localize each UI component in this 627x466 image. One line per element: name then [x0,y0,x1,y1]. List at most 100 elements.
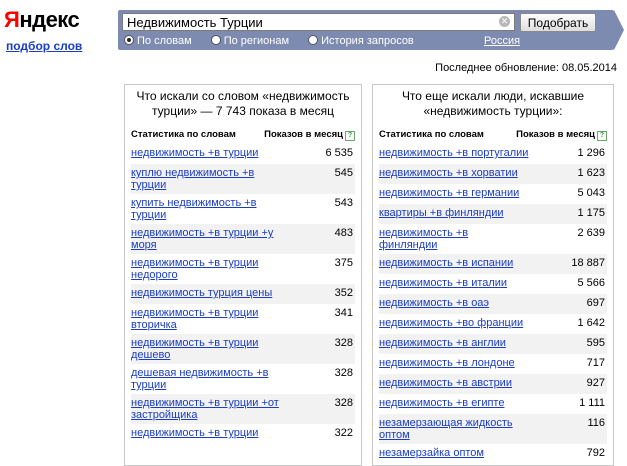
impressions-count: 18 887 [571,257,605,269]
impressions-count: 595 [586,337,605,349]
search-input[interactable] [123,14,501,31]
keyword-link[interactable]: недвижимость +в финляндии [379,227,529,251]
table-row: недвижимость +во франции 1 642 [379,314,607,334]
table-row: недвижимость +в турции дешево 328 [131,334,355,364]
yandex-logo[interactable]: Яндекс [4,7,80,33]
table-row: недвижимость +в лондоне 717 [379,354,607,374]
table-row: купить недвижимость +в турции 543 [131,194,355,224]
col-keywords: Статистика по словам [131,129,236,140]
impressions-count: 1 642 [577,317,605,329]
keyword-link[interactable]: квартиры +в финляндии [379,207,504,221]
impressions-count: 927 [586,377,605,389]
wordstat-link[interactable]: подбор слов [6,39,82,53]
keyword-link[interactable]: недвижимость +в германии [379,187,519,201]
last-updated: Последнее обновление: 08.05.2014 [435,62,617,74]
panel-title: Что искали со словом «недвижимость турци… [136,89,350,118]
table-header: Статистика по словам Показов в месяц? [379,129,607,142]
col-impressions: Показов в месяц? [264,129,355,141]
impressions-count: 1 111 [579,397,605,409]
region-link[interactable]: Россия [484,35,520,47]
keyword-link[interactable]: незамерзайка оптом [379,447,484,461]
keyword-link[interactable]: недвижимость +в португалии [379,147,528,161]
impressions-count: 375 [334,257,353,269]
table-row: недвижимость +в египте 1 111 [379,394,607,414]
panel-also-searched: Что еще искали люди, искавшие «недвижимо… [372,84,614,466]
table-row: недвижимость +в турции +от застройщика 32… [131,394,355,424]
radio-by-words[interactable]: По словам [124,35,192,47]
panel-searched-with-word: Что искали со словом «недвижимость турци… [124,84,362,466]
table-row: дешевая недвижимость +в турции 328 [131,364,355,394]
impressions-count: 543 [334,197,353,209]
keyword-link[interactable]: недвижимость +в турции [131,147,258,161]
table-header: Статистика по словам Показов в месяц? [131,129,355,142]
impressions-count: 1 623 [577,167,605,179]
radio-query-history[interactable]: История запросов [308,35,414,47]
impressions-count: 5 043 [577,187,605,199]
keyword-link[interactable]: недвижимость +в турции дешево [131,337,281,361]
table-body: недвижимость +в португалии 1 296 недвижимо… [373,144,613,464]
table-row: недвижимость +в турции вторичка 341 [131,304,355,334]
help-icon[interactable]: ? [597,131,607,141]
table-row: недвижимость +в турции 6 535 [131,144,355,164]
keyword-link[interactable]: незамерзающая жидкость оптом [379,417,529,441]
keyword-link[interactable]: недвижимость +в египте [379,397,504,411]
table-row: недвижимость +в турции +у моря 483 [131,224,355,254]
table-body: недвижимость +в турции 6 535 куплю недвижи… [125,144,361,444]
clear-icon[interactable]: ✕ [499,16,510,27]
table-row: недвижимость +в италии 5 566 [379,274,607,294]
keyword-link[interactable]: дешевая недвижимость +в турции [131,367,281,391]
col-impressions: Показов в месяц? [516,129,607,141]
search-band: ✕ Подобрать По словам По регионам Истори… [118,10,624,50]
impressions-count: 1 296 [577,147,605,159]
table-row: недвижимость +в турции недорого 375 [131,254,355,284]
table-row: недвижимость +в австрии 927 [379,374,607,394]
keyword-link[interactable]: недвижимость +в турции +у моря [131,227,281,251]
impressions-count: 352 [334,287,353,299]
keyword-link[interactable]: недвижимость +в оаэ [379,297,489,311]
keyword-link[interactable]: недвижимость +во франции [379,317,523,331]
impressions-count: 6 535 [325,147,353,159]
table-row: незамерзайка оптом 792 [379,444,607,464]
table-row: квартиры +в финляндии 1 175 [379,204,607,224]
impressions-count: 328 [334,337,353,349]
keyword-link[interactable]: недвижимость +в австрии [379,377,512,391]
keyword-link[interactable]: недвижимость +в турции недорого [131,257,281,281]
keyword-link[interactable]: недвижимость +в италии [379,277,507,291]
radio-by-regions[interactable]: По регионам [210,35,289,47]
impressions-count: 697 [586,297,605,309]
search-box: ✕ [122,13,515,31]
table-row: недвижимость +в оаэ 697 [379,294,607,314]
impressions-count: 116 [587,417,605,429]
impressions-count: 328 [334,367,353,379]
keyword-link[interactable]: куплю недвижимость +в турции [131,167,281,191]
search-mode-radios: По словам По регионам История запросов [124,35,430,47]
keyword-link[interactable]: купить недвижимость +в турции [131,197,281,221]
col-keywords: Статистика по словам [379,129,484,140]
impressions-count: 328 [334,397,353,409]
radio-dot-icon [308,35,319,45]
impressions-count: 792 [586,447,605,459]
search-button[interactable]: Подобрать [520,13,596,32]
radio-dot-icon [210,35,221,45]
keyword-link[interactable]: недвижимость +в турции [131,427,258,441]
keyword-link[interactable]: недвижимость +в турции +от застройщика [131,397,281,421]
table-row: недвижимость +в турции 322 [131,424,355,444]
table-row: недвижимость +в германии 5 043 [379,184,607,204]
keyword-link[interactable]: недвижимость +в англии [379,337,506,351]
keyword-link[interactable]: недвижимость +в лондоне [379,357,515,371]
keyword-link[interactable]: недвижимость +в хорватии [379,167,518,181]
panel-title: Что еще искали люди, искавшие «недвижимо… [401,89,585,118]
impressions-count: 5 566 [577,277,605,289]
table-row: куплю недвижимость +в турции 545 [131,164,355,194]
table-row: недвижимость +в финляндии 2 639 [379,224,607,254]
keyword-link[interactable]: недвижимость турция цены [131,287,272,301]
table-row: недвижимость +в хорватии 1 623 [379,164,607,184]
impressions-count: 1 175 [577,207,605,219]
table-row: недвижимость +в англии 595 [379,334,607,354]
table-row: недвижимость турция цены 352 [131,284,355,304]
help-icon[interactable]: ? [345,131,355,141]
table-row: недвижимость +в испании 18 887 [379,254,607,274]
impressions-count: 483 [334,227,353,239]
keyword-link[interactable]: недвижимость +в турции вторичка [131,307,281,331]
keyword-link[interactable]: недвижимость +в испании [379,257,513,271]
